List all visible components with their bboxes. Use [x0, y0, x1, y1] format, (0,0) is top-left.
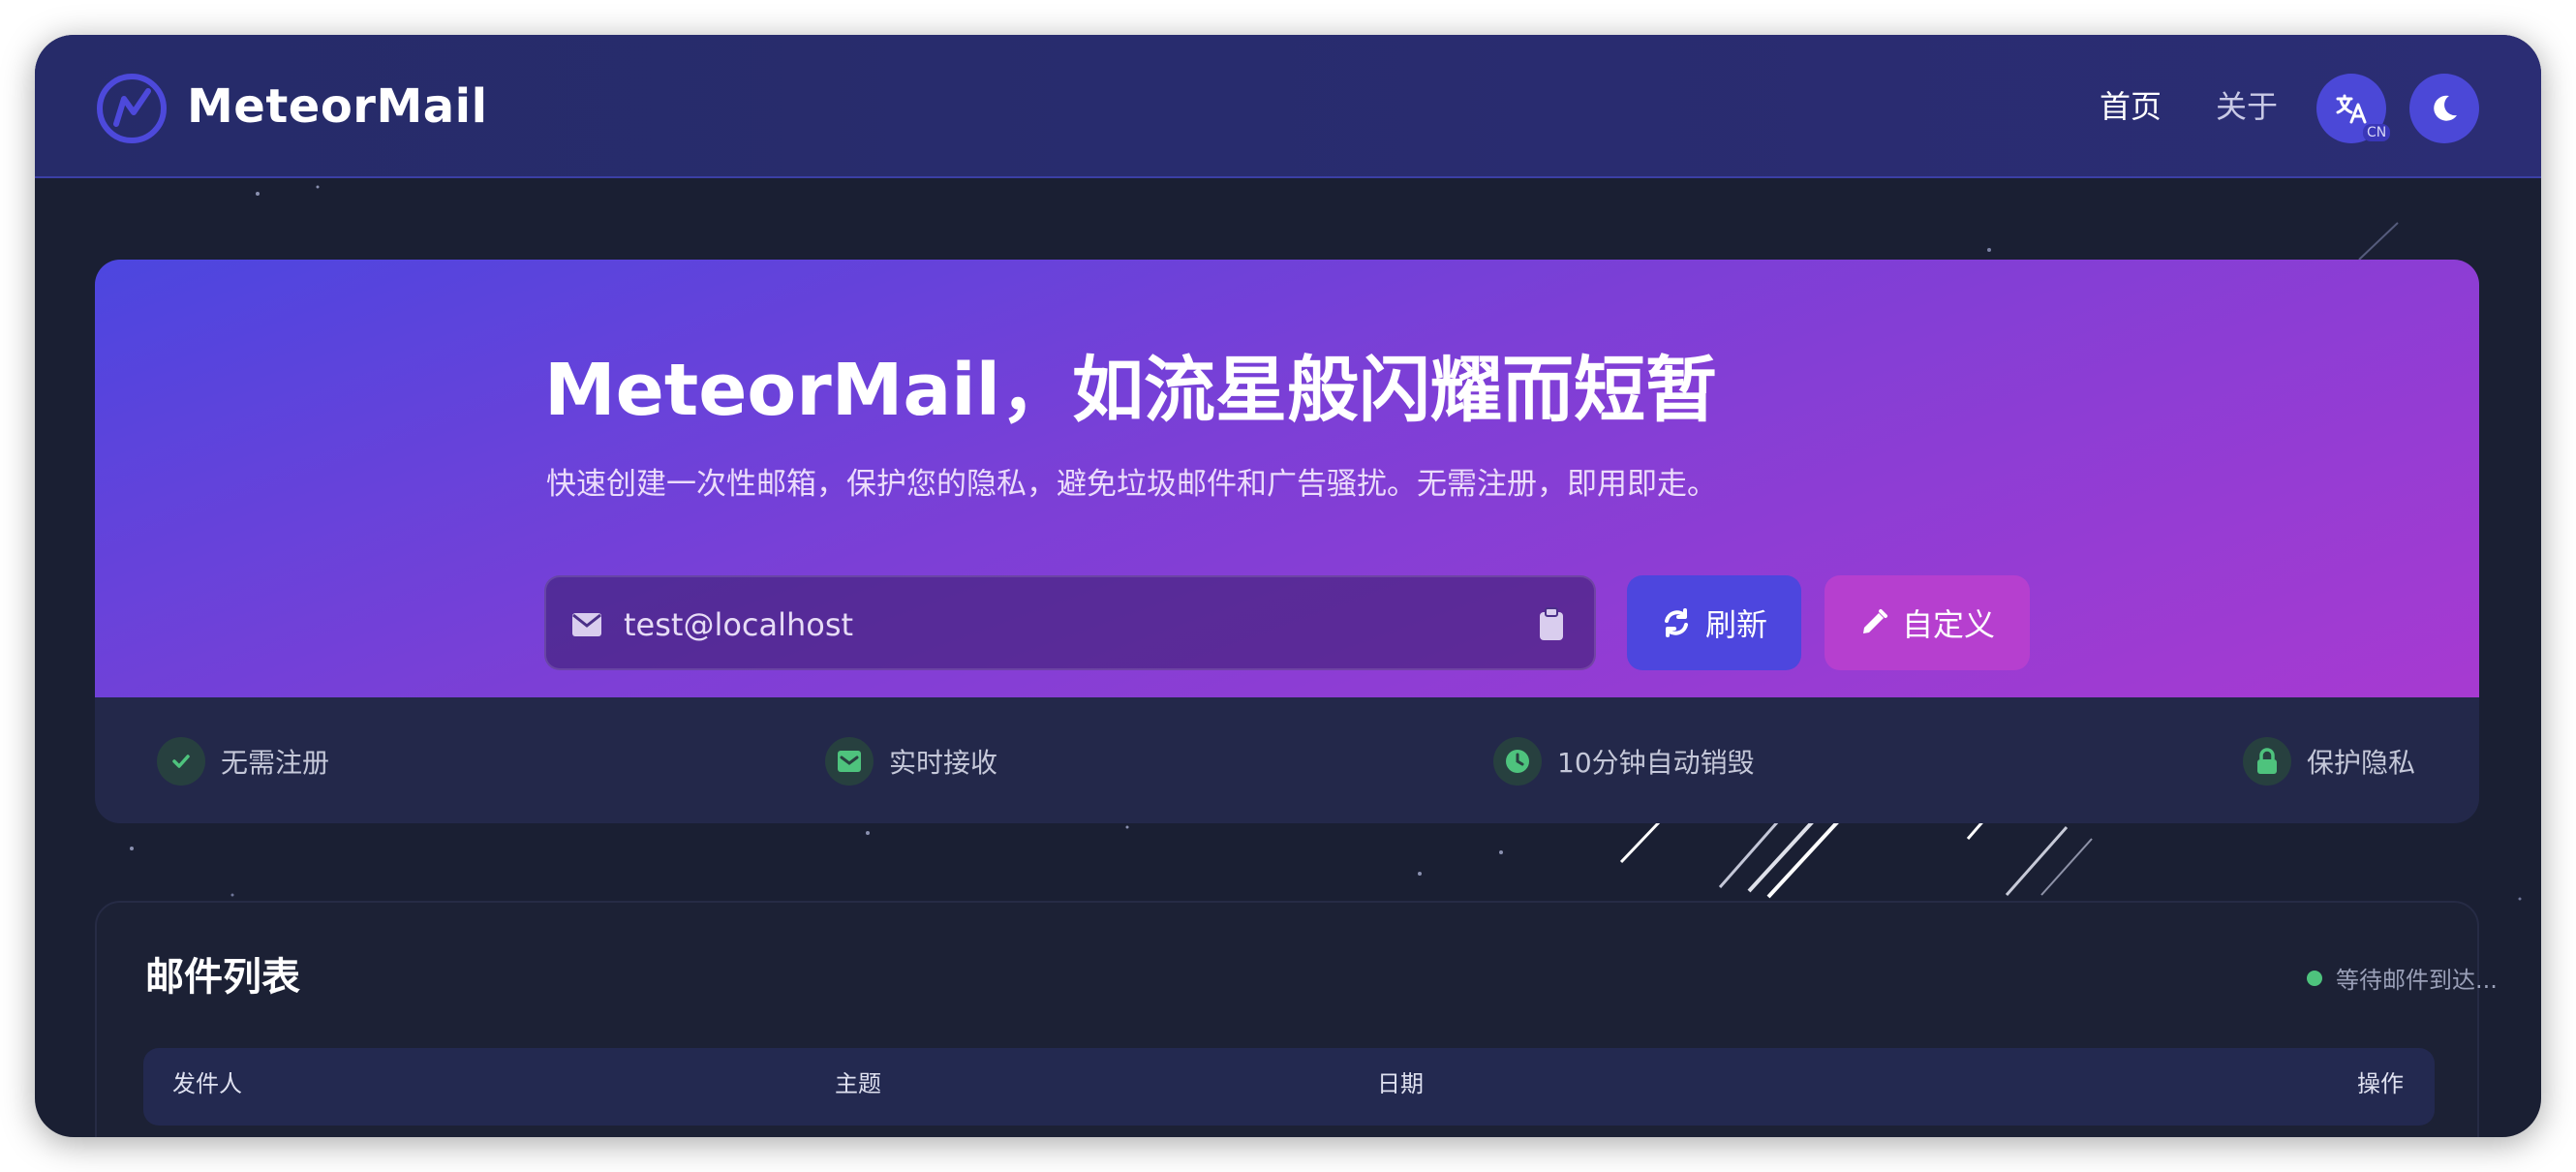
feature-label: 无需注册 [221, 747, 330, 779]
mail-table-header: 发件人 主题 日期 操作 [143, 1048, 2435, 1126]
meteor-logo-icon[interactable] [95, 72, 169, 145]
lock-icon [2243, 737, 2291, 786]
column-header-actions: 操作 [2357, 1070, 2404, 1097]
waiting-status: 等待邮件到达... [2307, 961, 2498, 995]
custom-button-label: 自定义 [1901, 606, 1995, 643]
column-header-sender: 发件人 [172, 1070, 242, 1097]
clock-icon [1493, 737, 1542, 786]
mail-list-card: 邮件列表 等待邮件到达... 发件人 主题 日期 操作 [95, 901, 2498, 1137]
brand-name[interactable]: MeteorMail [187, 77, 488, 136]
refresh-button[interactable]: 刷新 [1627, 575, 1801, 670]
app-window: MeteorMail 首页 关于 CN MeteorMail，如流星般闪耀而短暂… [35, 35, 2541, 1137]
email-address-value[interactable]: test@localhost [624, 606, 853, 643]
status-text: 等待邮件到达... [2336, 967, 2498, 994]
hero-title: MeteorMail，如流星般闪耀而短暂 [544, 349, 1718, 432]
translate-icon [2336, 94, 2367, 124]
moon-icon [2434, 95, 2457, 121]
custom-address-button[interactable]: 自定义 [1825, 575, 2030, 670]
top-navbar: MeteorMail 首页 关于 CN [35, 35, 2541, 178]
hero-subtitle: 快速创建一次性邮箱，保护您的隐私，避免垃圾邮件和广告骚扰。无需注册，即用即走。 [546, 467, 1717, 502]
check-icon [157, 737, 205, 786]
email-address-field[interactable]: test@localhost [544, 575, 1596, 670]
feature-realtime: 实时接收 [825, 736, 997, 786]
feature-label: 10分钟自动销毁 [1557, 747, 1755, 779]
hero-card: MeteorMail，如流星般闪耀而短暂 快速创建一次性邮箱，保护您的隐私，避免… [95, 260, 2479, 823]
nav-link-about[interactable]: 关于 [2216, 87, 2278, 126]
feature-no-registration: 无需注册 [157, 736, 329, 786]
feature-label: 保护隐私 [2307, 747, 2416, 779]
feature-label: 实时接收 [889, 747, 998, 779]
mail-list-title: 邮件列表 [145, 955, 300, 1000]
column-header-subject: 主题 [835, 1070, 881, 1097]
pencil-icon [1862, 609, 1887, 633]
refresh-button-label: 刷新 [1704, 606, 1767, 643]
feature-auto-destroy: 10分钟自动销毁 [1493, 736, 1755, 786]
envelope-icon [572, 613, 601, 636]
nav-link-home[interactable]: 首页 [2100, 87, 2162, 126]
status-dot [2307, 970, 2322, 986]
feature-strip: 无需注册 实时接收 10分钟自动销毁 保护隐私 [95, 697, 2479, 823]
hero-banner: MeteorMail，如流星般闪耀而短暂 快速创建一次性邮箱，保护您的隐私，避免… [95, 260, 2479, 697]
theme-toggle-button[interactable] [2409, 74, 2479, 143]
language-badge: CN [2363, 124, 2391, 141]
column-header-date: 日期 [1377, 1070, 1424, 1097]
feature-privacy: 保护隐私 [2243, 736, 2415, 786]
inbox-icon [825, 737, 874, 786]
clipboard-copy-icon[interactable] [1538, 606, 1565, 641]
refresh-icon [1664, 608, 1688, 637]
language-toggle-button[interactable]: CN [2316, 74, 2391, 143]
